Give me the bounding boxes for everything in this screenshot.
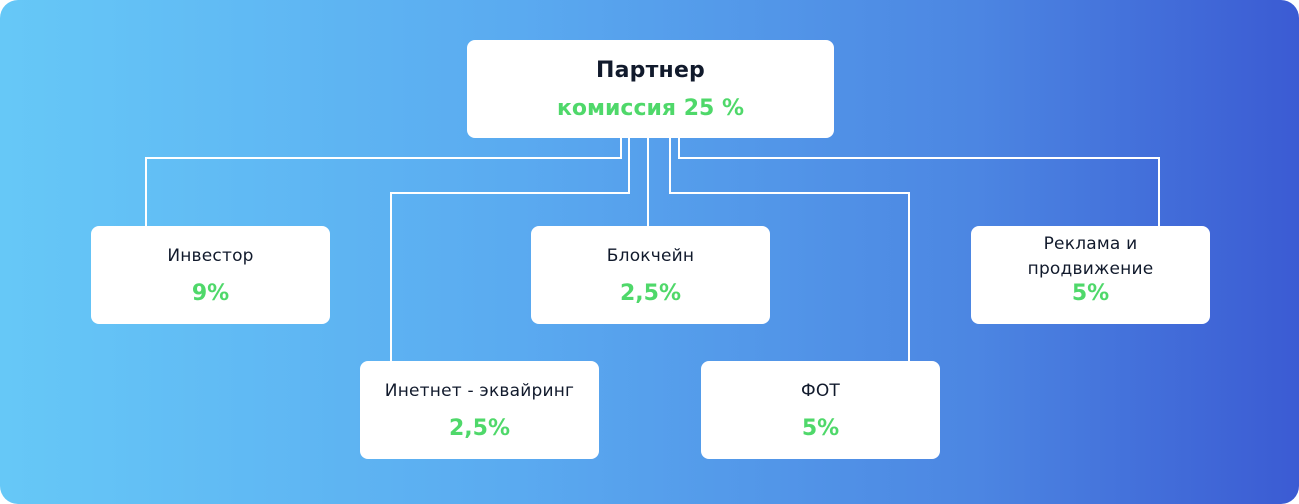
- partner-commission: комиссия 25 %: [556, 96, 745, 121]
- blockchain-node: Блокчейн 2,5%: [531, 226, 770, 324]
- payroll-node: ФОТ 5%: [701, 361, 940, 459]
- marketing-node: Реклама и продвижение 5%: [971, 226, 1210, 324]
- marketing-value: 5%: [1071, 281, 1110, 306]
- acquiring-node: Инетнет - эквайринг 2,5%: [360, 361, 599, 459]
- partner-node: Партнер комиссия 25 %: [467, 40, 834, 138]
- investor-value: 9%: [191, 281, 230, 306]
- connector-investor: [145, 138, 622, 227]
- blockchain-value: 2,5%: [619, 281, 681, 306]
- marketing-label-line2: продвижение: [1027, 259, 1154, 279]
- investor-node: Инвестор 9%: [91, 226, 330, 324]
- connector-marketing: [678, 138, 1160, 227]
- payroll-label: ФОТ: [801, 381, 840, 401]
- acquiring-label: Инетнет - эквайринг: [384, 381, 575, 401]
- acquiring-value: 2,5%: [448, 416, 510, 441]
- blockchain-label: Блокчейн: [606, 246, 695, 266]
- payroll-value: 5%: [801, 416, 840, 441]
- partner-title: Партнер: [595, 58, 706, 83]
- diagram-panel: Партнер комиссия 25 % Инвестор 9% Блокче…: [0, 0, 1299, 504]
- investor-label: Инвестор: [167, 246, 254, 266]
- marketing-label-line1: Реклама и: [1043, 234, 1138, 254]
